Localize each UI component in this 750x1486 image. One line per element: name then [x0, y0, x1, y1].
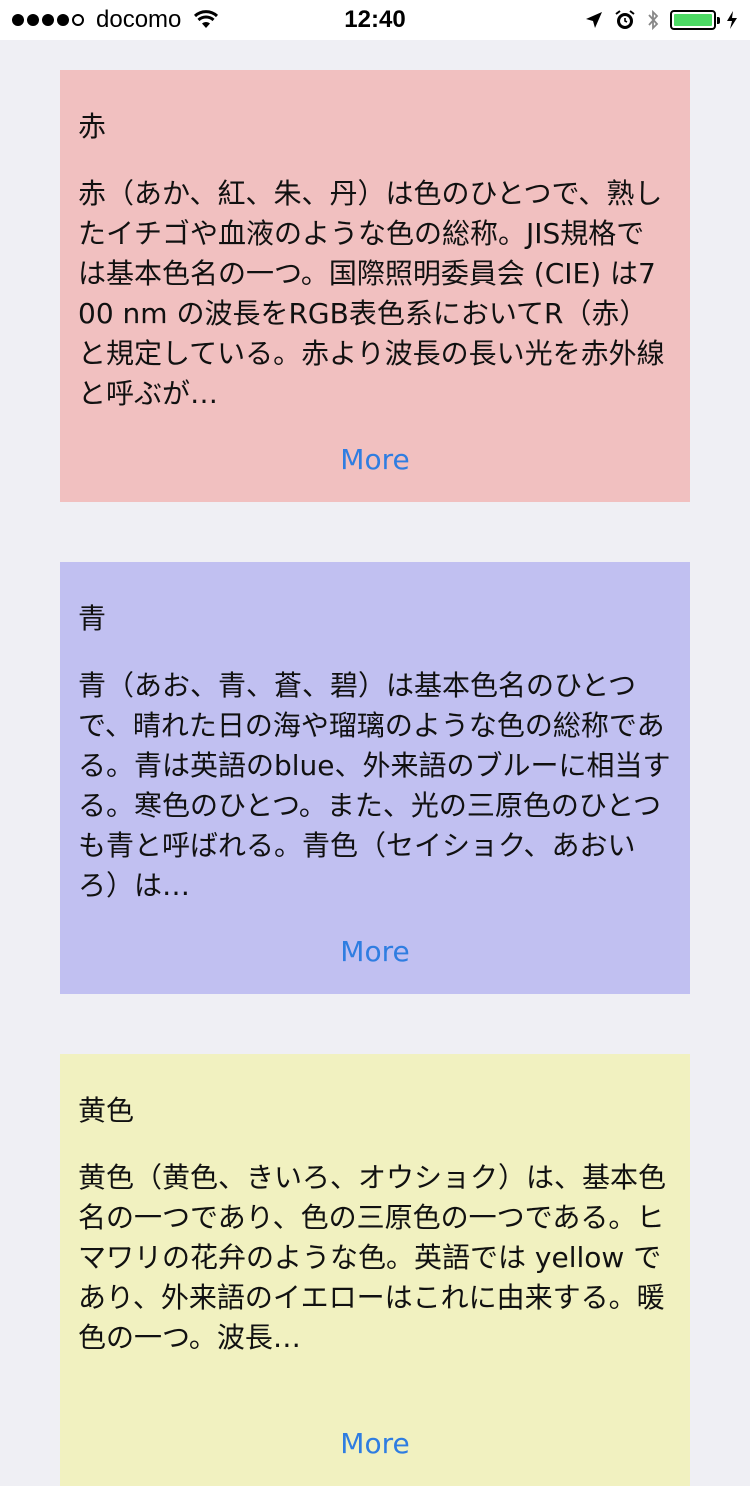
status-right — [584, 9, 738, 31]
more-button[interactable]: More — [78, 932, 672, 972]
status-left: docomo — [12, 6, 312, 34]
card-body: 青（あお、青、蒼、碧）は基本色名のひとつで、晴れた日の海や瑠璃のような色の総称で… — [78, 669, 671, 902]
more-button[interactable]: More — [78, 440, 672, 480]
bluetooth-icon — [648, 9, 659, 31]
card-body: 黄色（黄色、きいろ、オウショク）は、基本色名の一つであり、色の三原色の一つである… — [78, 1161, 667, 1354]
wifi-icon — [194, 10, 219, 28]
charging-bolt-icon — [727, 11, 737, 29]
battery-icon — [670, 10, 720, 30]
carrier-label: docomo — [96, 6, 182, 33]
signal-strength-icon — [12, 14, 84, 26]
status-bar: docomo 12:40 — [0, 0, 750, 40]
card-title: 黄色 — [78, 1094, 135, 1127]
battery-level — [674, 14, 712, 26]
color-card-yellow: 黄色 黄色（黄色、きいろ、オウショク）は、基本色名の一つであり、色の三原色の一つ… — [60, 1054, 690, 1486]
more-button[interactable]: More — [78, 1424, 672, 1464]
color-card-blue: 青 青（あお、青、蒼、碧）は基本色名のひとつで、晴れた日の海や瑠璃のような色の総… — [60, 562, 690, 994]
alarm-clock-icon — [615, 10, 635, 29]
card-body: 赤（あか、紅、朱、丹）は色のひとつで、熟したイチゴや血液のような色の総称。JIS… — [78, 177, 665, 410]
location-arrow-icon — [586, 12, 602, 28]
card-title: 青 — [78, 602, 107, 635]
card-title: 赤 — [78, 110, 107, 143]
color-card-red: 赤 赤（あか、紅、朱、丹）は色のひとつで、熟したイチゴや血液のような色の総称。J… — [60, 70, 690, 502]
